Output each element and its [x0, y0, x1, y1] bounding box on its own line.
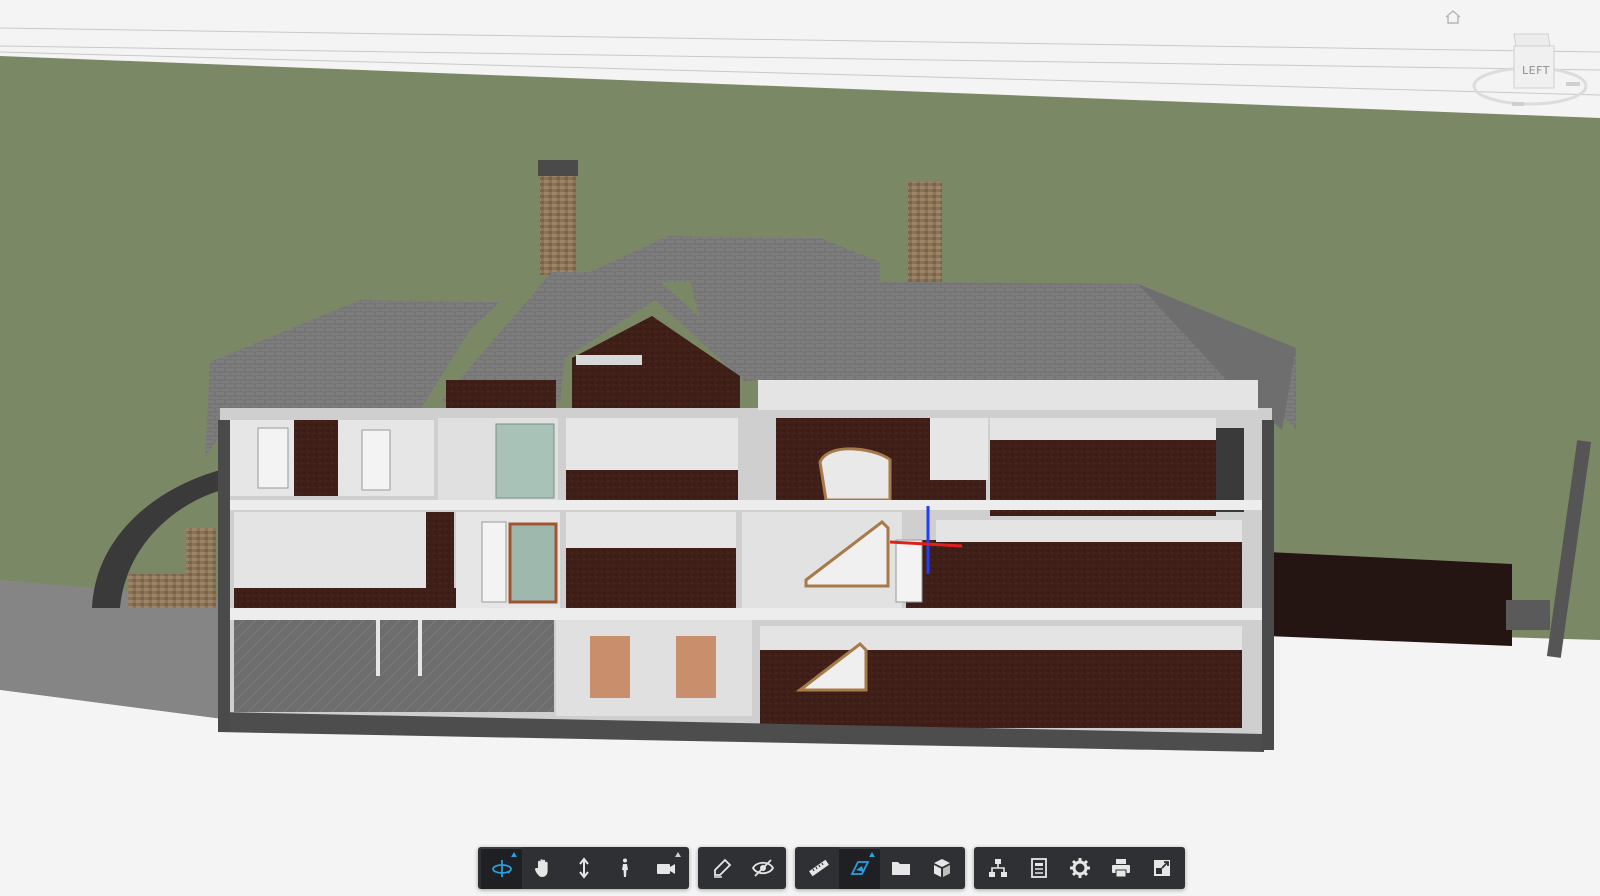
room-upper-right-ceiling [990, 418, 1216, 440]
properties-button[interactable] [1018, 847, 1059, 889]
print-button[interactable] [1100, 847, 1141, 889]
eye-icon [751, 859, 774, 877]
room-upper-right-wall [930, 418, 988, 480]
door-upper-1 [257, 427, 289, 489]
toolbar-group-analysis [795, 847, 965, 889]
browser-button[interactable] [880, 847, 921, 889]
fullscreen-icon [1153, 860, 1170, 876]
toolbar-group-markup [698, 847, 786, 889]
curved-railing [818, 447, 892, 502]
room-upper-center [566, 418, 738, 478]
viewcube[interactable]: LEFT [1468, 28, 1592, 118]
properties-icon [1030, 858, 1047, 878]
french-door-mid [508, 522, 558, 604]
visibility-button[interactable] [742, 847, 783, 889]
driveway-slab [1268, 552, 1512, 646]
door-mid [481, 521, 507, 603]
room-mid-right-wall [936, 520, 1242, 542]
stone-pier-left [186, 528, 216, 608]
exterior-steps-right [1506, 600, 1550, 630]
home-icon [1445, 10, 1461, 24]
toolbar-group-settings [974, 847, 1185, 889]
flyout-indicator [869, 852, 875, 857]
ceiling-band-upper [758, 380, 1258, 410]
lower-door-1 [590, 636, 630, 698]
walk-person-icon [621, 858, 628, 877]
floor-slab-mid [220, 608, 1272, 620]
flyout-indicator [675, 852, 681, 857]
exterior-wall-right [1262, 420, 1274, 750]
garage-post-2 [418, 620, 422, 676]
flyout-indicator [511, 852, 517, 857]
floor-slab-upper [220, 500, 1272, 510]
first-person-button[interactable] [604, 847, 645, 889]
chimney-right [908, 182, 942, 282]
section-button[interactable] [839, 847, 880, 889]
room-mid-1 [234, 512, 426, 588]
camera-icon [656, 864, 675, 874]
ruler-icon [808, 859, 829, 877]
gear-icon [1069, 858, 1090, 878]
door-upper-3 [361, 429, 391, 491]
model-render[interactable] [0, 0, 1600, 896]
measure-button[interactable] [798, 847, 839, 889]
pen-icon [713, 858, 731, 878]
viewer-toolbar [478, 847, 1185, 889]
markup-button[interactable] [701, 847, 742, 889]
fullscreen-button[interactable] [1141, 847, 1182, 889]
model-browser-button[interactable] [977, 847, 1018, 889]
room-mid-1b [426, 512, 454, 602]
pan-button[interactable] [522, 847, 563, 889]
camera-button[interactable] [645, 847, 686, 889]
settings-button[interactable] [1059, 847, 1100, 889]
room-mid-center-wall [566, 512, 736, 548]
closet-upper-right [1216, 428, 1244, 512]
hierarchy-icon [988, 859, 1007, 877]
model-viewport[interactable] [0, 0, 1600, 896]
lower-door-2 [676, 636, 716, 698]
door-mid-right [895, 539, 923, 603]
room-mid-center [566, 548, 736, 612]
lower-hall [556, 620, 752, 716]
cube-icon [933, 859, 950, 877]
viewcube-face-label[interactable]: LEFT [1516, 64, 1556, 77]
lower-wall-right [760, 626, 1242, 650]
pan-hand-icon [534, 859, 548, 877]
garage [234, 620, 554, 712]
orbit-icon [491, 860, 512, 877]
chimney-left-cap [538, 160, 578, 176]
zoom-arrows-icon [578, 857, 589, 879]
folder-icon [891, 862, 910, 875]
explode-button[interactable] [921, 847, 962, 889]
exterior-wall-left [218, 420, 230, 732]
print-icon [1111, 859, 1130, 878]
home-button[interactable] [1442, 6, 1464, 28]
stone-wall-left [128, 574, 186, 608]
toolbar-group-navigation [478, 847, 689, 889]
chimney-left [540, 175, 576, 275]
attic-ledge [576, 355, 642, 365]
orbit-button[interactable] [481, 847, 522, 889]
room-upper-2 [294, 420, 338, 496]
shower-glass [495, 423, 555, 499]
attic-left [446, 380, 556, 408]
garage-post-1 [376, 620, 380, 676]
room-mid-1-floor [234, 588, 458, 610]
section-plane-icon [850, 861, 869, 875]
zoom-button[interactable] [563, 847, 604, 889]
